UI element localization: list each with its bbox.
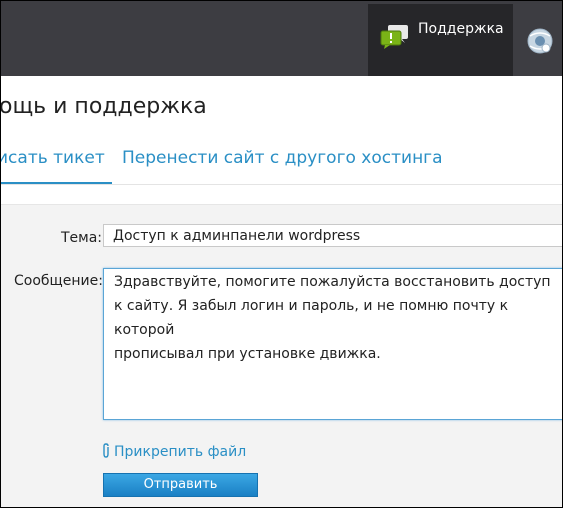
active-tab-indicator	[1, 182, 112, 184]
app-window: Поддержка ощь и поддержка исать тикет Пе…	[0, 0, 563, 508]
support-tab[interactable]: Поддержка	[368, 4, 513, 76]
paperclip-icon	[103, 443, 109, 458]
page-title: ощь и поддержка	[0, 94, 207, 119]
attach-file-label: Прикрепить файл	[114, 444, 247, 460]
submit-button[interactable]: Отправить	[103, 473, 258, 497]
subject-input[interactable]	[103, 224, 562, 247]
tab-write-ticket[interactable]: исать тикет	[1, 148, 105, 168]
message-textarea[interactable]: Здравствуйте, помогите пожалуйста восста…	[103, 268, 562, 420]
tab-bar: исать тикет Перенести сайт с другого хос…	[1, 141, 562, 185]
message-label: Сообщение:	[14, 273, 103, 289]
ticket-form: Тема: Сообщение: Здравствуйте, помогите …	[1, 204, 562, 507]
top-header: Поддержка	[1, 1, 562, 76]
tab-migrate-site[interactable]: Перенести сайт с другого хостинга	[122, 148, 443, 168]
subject-label: Тема:	[61, 230, 103, 246]
attach-file-link[interactable]: Прикрепить файл	[101, 443, 246, 460]
globe-icon[interactable]	[527, 28, 553, 54]
support-tab-label: Поддержка	[418, 21, 504, 37]
chat-bubble-icon	[380, 25, 408, 49]
